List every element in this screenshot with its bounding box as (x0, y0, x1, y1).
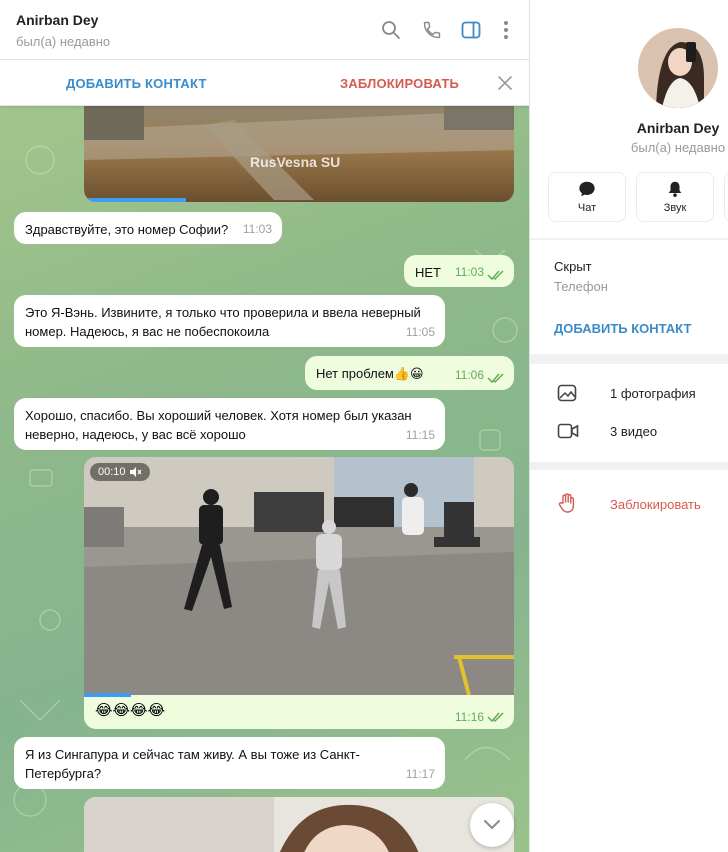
profile-panel: Anirban Dey был(а) недавно Чат Звук Скры… (529, 0, 728, 852)
media-card: 1 фотография 3 видео (530, 364, 728, 462)
message-time: 11:15 (405, 428, 435, 442)
chevron-down-icon (484, 820, 500, 830)
profile-name: Anirban Dey (636, 120, 720, 136)
message-text: Нет проблем👍😀 (316, 366, 424, 381)
block-contact-button[interactable]: Заблокировать (610, 497, 701, 512)
message-time: 11:03 (454, 265, 484, 279)
message-text: Я из Сингапура и сейчас там живу. А вы т… (25, 747, 360, 781)
message-incoming[interactable]: Здравствуйте, это номер Софии? 11:03 (14, 212, 282, 244)
read-ticks-icon (487, 270, 504, 281)
video-icon (557, 423, 579, 439)
profile-header-card: Anirban Dey был(а) недавно Чат Звук (530, 0, 728, 238)
contact-action-bar: ДОБАВИТЬ КОНТАКТ ЗАБЛОКИРОВАТЬ (0, 60, 529, 106)
video-message-outgoing[interactable]: 00:10 😂😂😂😂 11:16 (84, 457, 514, 729)
sound-button-label: Звук (663, 202, 687, 214)
photo-icon (557, 384, 577, 402)
add-contact-link[interactable]: ДОБАВИТЬ КОНТАКТ (554, 321, 691, 336)
profile-last-seen: был(а) недавно (630, 140, 726, 155)
chat-button-label: Чат (577, 202, 597, 214)
muted-icon[interactable] (129, 467, 142, 477)
video-message[interactable]: RusVesna SU (84, 90, 514, 202)
chat-last-seen: был(а) недавно (16, 34, 111, 49)
message-incoming[interactable]: Это Я-Вэнь. Извините, я только что прове… (14, 295, 445, 347)
chat-header: Anirban Dey был(а) недавно (0, 0, 529, 60)
chat-title[interactable]: Anirban Dey (16, 12, 98, 28)
videos-count[interactable]: 3 видео (610, 424, 657, 439)
chat-area: Anirban Dey был(а) недавно ДОБАВИТЬ КОНТ… (0, 0, 529, 852)
more-icon[interactable] (494, 18, 518, 42)
video-progress (84, 693, 131, 697)
contact-info-card: Скрыт Телефон ДОБАВИТЬ КОНТАКТ (530, 240, 728, 354)
message-text: Хорошо, спасибо. Вы хороший человек. Хот… (25, 408, 412, 442)
message-text: Здравствуйте, это номер Софии? (25, 222, 229, 237)
bell-icon (668, 181, 682, 197)
phone-label: Телефон (554, 279, 608, 294)
block-card: Заблокировать (530, 470, 728, 852)
scroll-down-button[interactable] (470, 803, 514, 847)
message-incoming[interactable]: Хорошо, спасибо. Вы хороший человек. Хот… (14, 398, 445, 450)
message-time: 11:16 (454, 710, 484, 724)
photo-message[interactable] (84, 797, 514, 852)
phone-icon[interactable] (420, 18, 444, 42)
message-time: 11:17 (405, 767, 435, 781)
video-thumbnail (84, 90, 514, 202)
video-thumbnail (84, 457, 514, 696)
message-incoming[interactable]: Я из Сингапура и сейчас там живу. А вы т… (14, 737, 445, 789)
message-outgoing[interactable]: НЕТ 11:03 (404, 255, 514, 287)
avatar-image (638, 28, 718, 108)
message-time: 11:03 (242, 222, 272, 236)
add-contact-button[interactable]: ДОБАВИТЬ КОНТАКТ (66, 76, 207, 91)
avatar[interactable] (638, 28, 718, 108)
video-watermark: RusVesna SU (250, 154, 341, 170)
message-text: Это Я-Вэнь. Извините, я только что прове… (25, 305, 421, 339)
search-icon[interactable] (379, 18, 403, 42)
message-time: 11:05 (405, 325, 435, 339)
video-duration-badge: 00:10 (90, 463, 150, 481)
video-progress (84, 198, 186, 202)
photos-count[interactable]: 1 фотография (610, 386, 696, 401)
read-ticks-icon (487, 712, 504, 723)
phone-value: Скрыт (554, 259, 592, 274)
block-button[interactable]: ЗАБЛОКИРОВАТЬ (340, 76, 459, 91)
video-caption: 😂😂😂😂 (95, 701, 165, 719)
message-text: 😂😂😂😂 (95, 702, 166, 719)
read-ticks-icon (487, 373, 504, 384)
chat-bubble-icon (579, 181, 595, 197)
video-duration: 00:10 (98, 466, 126, 478)
more-actions-button[interactable] (724, 172, 728, 222)
sound-button[interactable]: Звук (636, 172, 714, 222)
sidebar-toggle-icon[interactable] (459, 18, 483, 42)
hand-stop-icon (558, 493, 575, 513)
message-text: НЕТ (415, 265, 441, 280)
chat-button[interactable]: Чат (548, 172, 626, 222)
message-time: 11:06 (454, 368, 484, 382)
close-icon[interactable] (496, 74, 514, 92)
photo-thumbnail (84, 797, 514, 852)
message-outgoing[interactable]: Нет проблем👍😀 11:06 (305, 356, 514, 390)
